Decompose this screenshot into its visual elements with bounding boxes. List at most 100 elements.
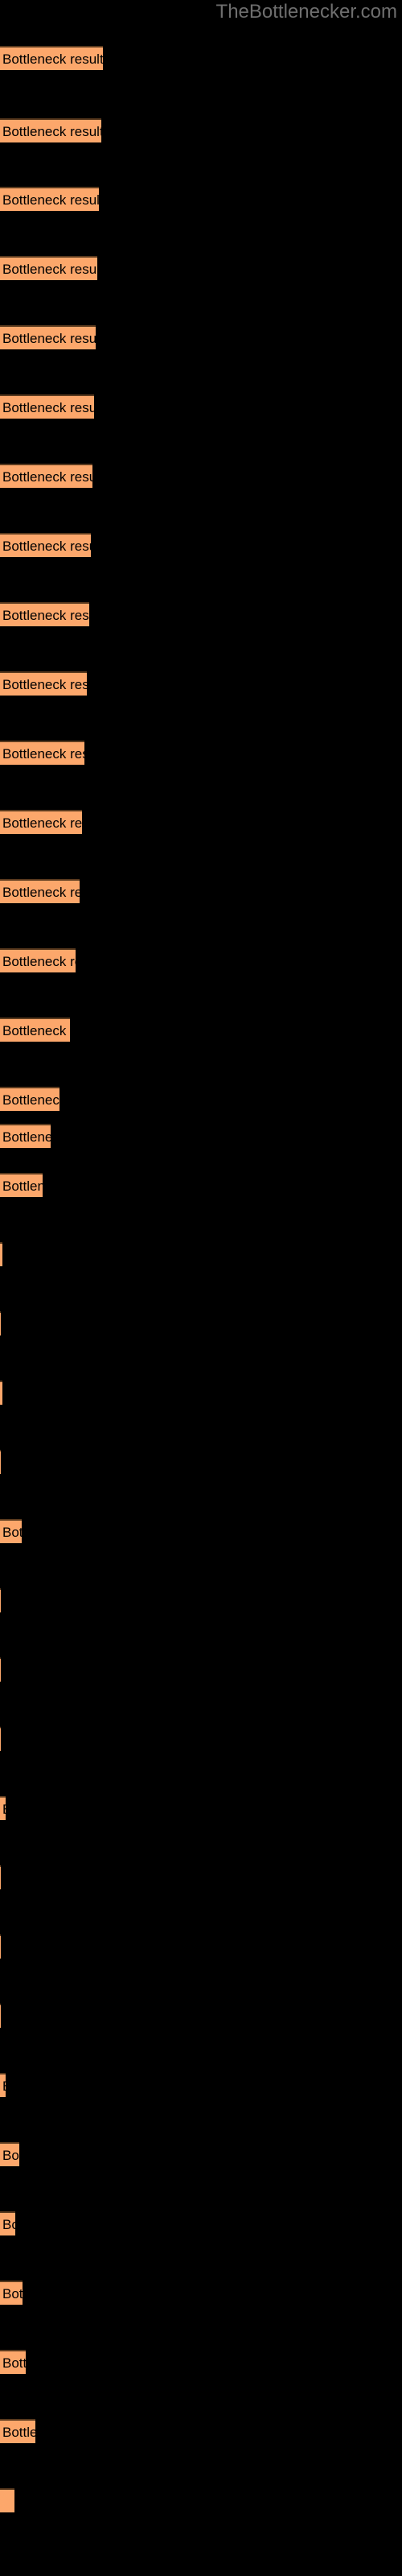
bar[interactable]: Bottleneck result	[0, 2281, 23, 2305]
bar-row: Bottleneck result	[0, 1727, 402, 1751]
bar[interactable]	[0, 2488, 14, 2512]
bar-row	[0, 2488, 402, 2512]
bar-row: Bottleneck result	[0, 187, 402, 211]
bar-row: Bottleneck result	[0, 1242, 402, 1266]
bar[interactable]: Bottleneck result	[0, 1018, 70, 1042]
bar[interactable]: Bottleneck result	[0, 187, 99, 211]
bar[interactable]: Bottleneck result	[0, 1796, 6, 1820]
bar-label: Bottleneck result	[2, 539, 91, 554]
bar-row: Bottleneck result	[0, 2142, 402, 2166]
bar[interactable]: Bottleneck result	[0, 46, 103, 70]
bar[interactable]: Bottleneck result	[0, 1242, 2, 1266]
bar[interactable]: Bottleneck result	[0, 533, 91, 557]
bar[interactable]: Bottleneck result	[0, 256, 97, 280]
bar[interactable]: Bottleneck result	[0, 1087, 59, 1111]
bar-row: Bottleneck result	[0, 1311, 402, 1335]
bar-row: Bottleneck result	[0, 1381, 402, 1405]
bar-row: Bottleneck result	[0, 256, 402, 280]
bar-label: Bottleneck result	[2, 2286, 23, 2301]
bar-row: Bottleneck result	[0, 741, 402, 765]
bar[interactable]: Bottleneck result	[0, 1519, 22, 1543]
bar-row: Bottleneck result	[0, 602, 402, 626]
bar-label: Bottleneck result	[2, 885, 80, 900]
bar-chart: TheBottlenecker.com Bottleneck result Bot…	[0, 0, 402, 2576]
bar-label: Bottleneck result	[2, 815, 82, 831]
bar[interactable]: Bottleneck result	[0, 810, 82, 834]
bar-row: Bottleneck result	[0, 325, 402, 349]
bar-row: Bottleneck result	[0, 1450, 402, 1474]
bar[interactable]: Bottleneck result	[0, 394, 94, 419]
bar[interactable]: Bottleneck result	[0, 1865, 1, 1889]
bar-label: Bottleneck result	[2, 1023, 70, 1038]
bar-label: Bottleneck result	[2, 2425, 35, 2440]
bar-label: Bottleneck result	[2, 1798, 6, 1822]
bar[interactable]: Bottleneck result	[0, 1657, 1, 1682]
bar-row: Bottleneck result	[0, 2350, 402, 2374]
bar-label: Bottleneck result	[2, 1092, 59, 1108]
bar[interactable]: Bottleneck result	[0, 1124, 51, 1148]
bar-row: Bottleneck result	[0, 2004, 402, 2028]
bar-row: Bottleneck result	[0, 1087, 402, 1111]
bar[interactable]: Bottleneck result	[0, 118, 101, 142]
bar[interactable]: Bottleneck result	[0, 602, 89, 626]
bar[interactable]: Bottleneck result	[0, 879, 80, 903]
bar-label: Bottleneck result	[2, 2074, 6, 2099]
bar[interactable]: Bottleneck result	[0, 2419, 35, 2443]
bar[interactable]: Bottleneck result	[0, 2073, 6, 2097]
bar-row: Bottleneck result	[0, 1519, 402, 1543]
bar-label: Bottleneck result	[2, 1129, 51, 1145]
bar[interactable]: Bottleneck result	[0, 1727, 1, 1751]
bar[interactable]: Bottleneck result	[0, 1381, 2, 1405]
bar-label: Bottleneck result	[2, 124, 101, 139]
bar[interactable]: Bottleneck result	[0, 1450, 1, 1474]
bar[interactable]: Bottleneck result	[0, 1173, 43, 1197]
bar-label: Bottleneck result	[2, 677, 87, 692]
bar-label	[2, 2490, 14, 2514]
bar-row: Bottleneck result	[0, 2211, 402, 2235]
bar[interactable]: Bottleneck result	[0, 1311, 1, 1335]
bar-label: Bottleneck result	[2, 400, 94, 415]
bar-row: Bottleneck result	[0, 810, 402, 834]
bar-row: Bottleneck result	[0, 2419, 402, 2443]
bar-row: Bottleneck result	[0, 879, 402, 903]
bar-row: Bottleneck result	[0, 46, 402, 70]
bar-row: Bottleneck result	[0, 1865, 402, 1889]
bar-row: Bottleneck result	[0, 671, 402, 696]
bar[interactable]: Bottleneck result	[0, 948, 76, 972]
bar[interactable]: Bottleneck result	[0, 325, 96, 349]
bar-row: Bottleneck result	[0, 2281, 402, 2305]
bar-row: Bottleneck result	[0, 118, 402, 142]
bar-label: Bottleneck result	[2, 192, 99, 208]
bar-row: Bottleneck result	[0, 948, 402, 972]
bar-row: Bottleneck result	[0, 1657, 402, 1682]
bar-label: Bottleneck result	[2, 2355, 26, 2371]
bar[interactable]: Bottleneck result	[0, 671, 87, 696]
bar-label: Bottleneck result	[2, 1179, 43, 1194]
bars-layer: Bottleneck result Bottleneck result Bottle…	[0, 0, 402, 2576]
bar-row: Bottleneck result	[0, 1934, 402, 1959]
bar-row: Bottleneck result	[0, 1588, 402, 1612]
bar-row: Bottleneck result	[0, 464, 402, 488]
bar-row: Bottleneck result	[0, 533, 402, 557]
bar-label: Bottleneck result	[2, 1525, 22, 1540]
bar-row: Bottleneck result	[0, 1173, 402, 1197]
bar-label: Bottleneck result	[2, 954, 76, 969]
bar-row: Bottleneck result	[0, 1018, 402, 1042]
bar[interactable]: Bottleneck result	[0, 1588, 1, 1612]
bar-label: Bottleneck result	[2, 331, 96, 346]
bar-row: Bottleneck result	[0, 1124, 402, 1148]
bar-label: Bottleneck result	[2, 469, 92, 485]
bar-label: Bottleneck result	[2, 746, 84, 762]
bar[interactable]: Bottleneck result	[0, 2142, 19, 2166]
bar[interactable]: Bottleneck result	[0, 1934, 1, 1959]
bar[interactable]: Bottleneck result	[0, 741, 84, 765]
bar[interactable]: Bottleneck result	[0, 2004, 1, 2028]
bar[interactable]: Bottleneck result	[0, 2350, 26, 2374]
bar-label: Bottleneck result	[2, 2217, 15, 2232]
bar-label: Bottleneck result	[2, 52, 103, 67]
bar-label: Bottleneck result	[2, 262, 97, 277]
bar[interactable]: Bottleneck result	[0, 464, 92, 488]
bar-row: Bottleneck result	[0, 394, 402, 419]
bar-row: Bottleneck result	[0, 2073, 402, 2097]
bar[interactable]: Bottleneck result	[0, 2211, 15, 2235]
